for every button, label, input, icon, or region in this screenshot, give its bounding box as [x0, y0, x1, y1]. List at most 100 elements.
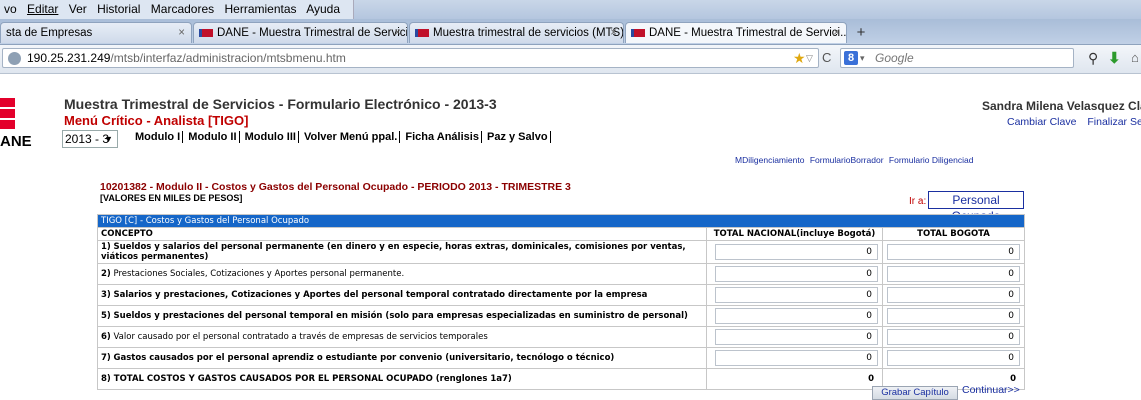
cell-nacional: 0 — [706, 305, 883, 327]
close-icon[interactable]: × — [833, 23, 840, 43]
user-name: Sandra Milena Velasquez Clav — [982, 99, 1141, 113]
filled-form-link[interactable]: Formulario Diligenciad — [889, 155, 974, 165]
goto-select[interactable]: Personal Ocupado — [928, 191, 1024, 223]
table-row: 1) Sueldos y salarios del personal perma… — [97, 240, 1026, 264]
url-input[interactable]: 190.25.231.249/mtsb/interfaz/administrac… — [2, 48, 819, 68]
url-host: 190.25.231.249 — [27, 51, 111, 65]
table-row: 2) Prestaciones Sociales, Cotizaciones y… — [97, 263, 1026, 285]
nacional-value-input[interactable]: 0 — [715, 329, 878, 345]
bogota-value-input[interactable]: 0 — [887, 287, 1021, 303]
period-select[interactable]: 2013 - 3 ▼ — [62, 130, 118, 148]
col-header-bogota: TOTAL BOGOTA — [881, 227, 1026, 241]
search-input[interactable]: 8 ▾ Google — [840, 48, 1074, 68]
nacional-value-input[interactable]: 0 — [715, 308, 878, 324]
table-row: 7) Gastos causados por el personal apren… — [97, 347, 1026, 369]
nav-modulo-1[interactable]: Modulo I — [135, 131, 180, 143]
nav-paz-y-salvo[interactable]: Paz y Salvo — [487, 131, 548, 143]
nacional-value-input[interactable]: 0 — [715, 287, 878, 303]
tab-dane-1[interactable]: DANE - Muestra Trimestral de Servici... … — [193, 22, 408, 43]
dane-favicon-icon — [631, 28, 645, 37]
cell-bogota: 0 — [881, 347, 1026, 369]
new-tab-button[interactable]: + — [849, 23, 873, 43]
reload-icon[interactable]: C — [822, 50, 831, 65]
module-nav: Modulo I Modulo II Modulo III Volver Men… — [135, 131, 553, 143]
goto-label: Ir a: — [909, 196, 927, 207]
change-password-link[interactable]: Cambiar Clave — [1007, 116, 1076, 128]
menu-historial[interactable]: Historial — [97, 2, 140, 16]
logo-text: ANE — [0, 133, 32, 150]
row-number: 5) — [101, 311, 111, 321]
download-icon[interactable]: ⬇ — [1108, 49, 1121, 67]
nav-modulo-2[interactable]: Modulo II — [188, 131, 236, 143]
dane-favicon-icon — [415, 28, 429, 37]
nacional-value-input[interactable]: 0 — [715, 350, 878, 366]
nav-modulo-3[interactable]: Modulo III — [245, 131, 296, 143]
cell-bogota: 0 — [881, 263, 1026, 285]
tab-lista-empresas[interactable]: sta de Empresas × — [0, 22, 192, 43]
row-concept-cell: 7) Gastos causados por el personal apren… — [97, 347, 707, 369]
tab-bar: sta de Empresas × DANE - Muestra Trimest… — [0, 19, 1141, 45]
table-row: 5) Sueldos y prestaciones del personal t… — [97, 305, 1026, 327]
nav-ficha-analisis[interactable]: Ficha Análisis — [405, 131, 479, 143]
engine-dropdown-icon[interactable]: ▾ — [860, 49, 865, 67]
search-engine-icon[interactable]: 8 — [844, 51, 858, 65]
bogota-value-input[interactable]: 0 — [887, 350, 1021, 366]
row-concept-cell: 6) Valor causado por el personal contrat… — [97, 326, 707, 348]
dane-favicon-icon — [199, 28, 213, 37]
page-subtitle: Menú Crítico - Analista [TIGO] — [64, 113, 249, 128]
menu-ayuda[interactable]: Ayuda — [306, 2, 340, 16]
close-icon[interactable]: × — [610, 23, 617, 43]
row-number: 1) — [101, 242, 111, 252]
bookmark-star-icon[interactable]: ★ — [793, 49, 806, 67]
page-title: Muestra Trimestral de Servicios - Formul… — [64, 96, 497, 112]
row-number: 3) — [101, 290, 111, 300]
row-concept: Sueldos y prestaciones del personal temp… — [113, 311, 688, 321]
row-concept: Sueldos y salarios del personal permanen… — [101, 242, 686, 262]
logout-link[interactable]: Finalizar Ses — [1087, 116, 1141, 128]
nacional-value-input[interactable]: 0 — [715, 244, 878, 260]
table-caption: TIGO [C] - Costos y Gastos del Personal … — [96, 214, 1026, 228]
menu-herramientas[interactable]: Herramientas — [224, 2, 296, 16]
logo-bar — [0, 120, 15, 129]
bogota-value-input[interactable]: 0 — [887, 329, 1021, 345]
navigation-bar: 190.25.231.249/mtsb/interfaz/administrac… — [0, 45, 1141, 74]
tab-mts[interactable]: Muestra trimestral de servicios (MTS) × — [409, 22, 624, 43]
continue-link[interactable]: Continuar>> — [962, 384, 1020, 396]
manual-link[interactable]: MDiligenciamiento — [735, 155, 804, 165]
home-icon[interactable]: ⌂ — [1131, 50, 1139, 65]
user-links: Cambiar Clave Finalizar Ses — [1007, 116, 1141, 128]
cell-nacional: 0 — [706, 326, 883, 348]
menu-archivo[interactable]: vo — [4, 2, 17, 16]
col-header-concepto: CONCEPTO — [97, 227, 707, 241]
tab-label: sta de Empresas — [6, 27, 93, 39]
menu-ver[interactable]: Ver — [69, 2, 87, 16]
menu-marcadores[interactable]: Marcadores — [151, 2, 214, 16]
browser-menubar: vo Editar Ver Historial Marcadores Herra… — [0, 0, 1141, 22]
dane-logo: ANE — [0, 95, 60, 155]
nav-volver-menu[interactable]: Volver Menú ppal. — [304, 131, 397, 143]
cell-nacional: 0 — [706, 240, 883, 264]
draft-form-link[interactable]: FormularioBorrador — [810, 155, 884, 165]
cell-nacional: 0 — [706, 263, 883, 285]
chevron-down-icon: ▼ — [104, 134, 113, 144]
row-concept-cell: 2) Prestaciones Sociales, Cotizaciones y… — [97, 263, 707, 285]
menu-editar[interactable]: Editar — [27, 2, 58, 16]
close-icon[interactable]: × — [394, 23, 401, 43]
bogota-value-input[interactable]: 0 — [887, 244, 1021, 260]
dropdown-arrow-icon[interactable]: ▽ — [806, 49, 813, 67]
tab-dane-active[interactable]: DANE - Muestra Trimestral de Servici... … — [625, 22, 847, 43]
row-concept-cell: 3) Salarios y prestaciones, Cotizaciones… — [97, 284, 707, 306]
document-links: MDiligenciamiento FormularioBorrador For… — [735, 155, 976, 165]
cell-nacional: 0 — [706, 347, 883, 369]
row-number: 8) — [101, 374, 111, 384]
bogota-value-input[interactable]: 0 — [887, 308, 1021, 324]
total-label: 8) TOTAL COSTOS Y GASTOS CAUSADOS POR EL… — [97, 368, 707, 390]
form-units: [VALORES EN MILES DE PESOS] — [100, 193, 243, 203]
bogota-value-input[interactable]: 0 — [887, 266, 1021, 282]
nacional-value-input[interactable]: 0 — [715, 266, 878, 282]
url-path: /mtsb/interfaz/administracion/mtsbmenu.h… — [110, 51, 346, 65]
search-icon[interactable]: ⚲ — [1088, 50, 1098, 67]
close-icon[interactable]: × — [178, 23, 185, 43]
form-title: 10201382 - Modulo II - Costos y Gastos d… — [100, 181, 571, 193]
cell-bogota: 0 — [881, 326, 1026, 348]
